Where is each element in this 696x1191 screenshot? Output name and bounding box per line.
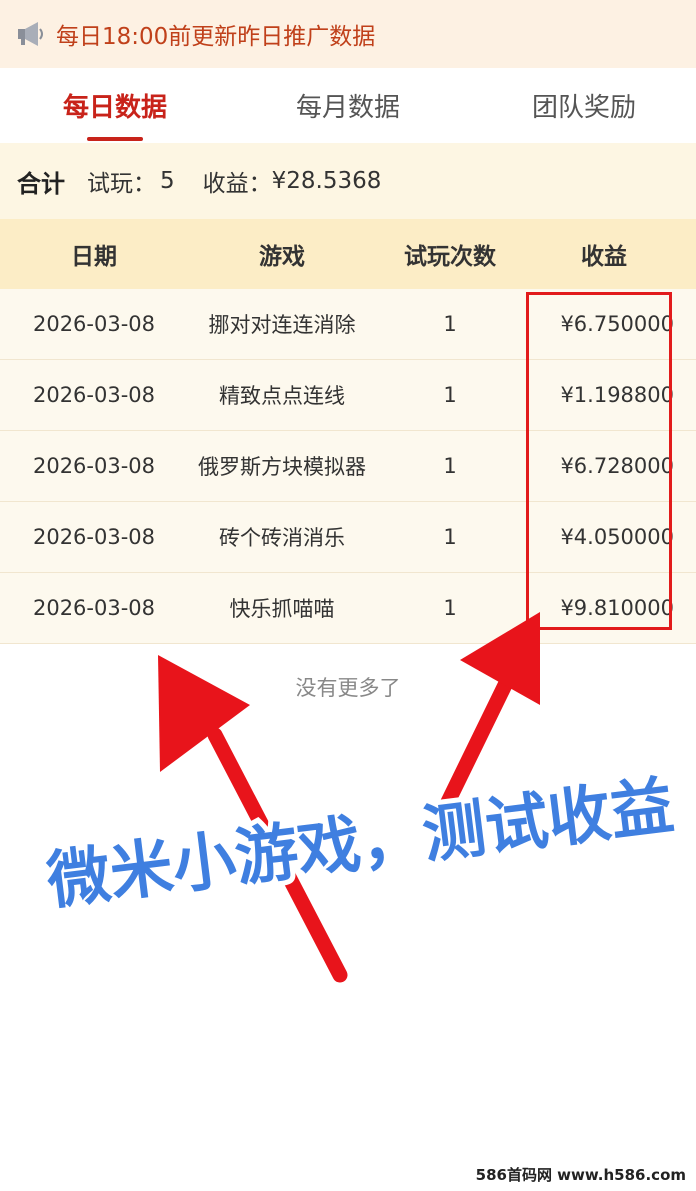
header-income: 收益 xyxy=(581,244,627,270)
header-game: 游戏 xyxy=(259,244,305,270)
caption-text: 微米小游戏，测试收益 xyxy=(37,764,682,923)
table-header: 日期 游戏 试玩次数 收益 xyxy=(0,219,696,289)
tab-team-reward[interactable]: 团队奖励 xyxy=(489,68,679,143)
tab-active-indicator xyxy=(87,137,143,141)
row-count: 1 xyxy=(443,596,457,620)
tab-bar: 每日数据 每月数据 团队奖励 xyxy=(0,68,696,143)
row-game: 精致点点连线 xyxy=(219,384,345,408)
row-date: 2026-03-08 xyxy=(32,525,156,549)
tab-daily-data[interactable]: 每日数据 xyxy=(20,68,210,143)
row-date: 2026-03-08 xyxy=(32,312,156,336)
row-game: 快乐抓喵喵 xyxy=(229,597,335,621)
header-count: 试玩次数 xyxy=(404,244,496,270)
row-game: 挪对对连连消除 xyxy=(208,313,356,337)
tab-label: 每月数据 xyxy=(295,93,400,123)
tab-monthly-data[interactable]: 每月数据 xyxy=(253,68,443,143)
trial-label: 试玩： xyxy=(87,171,156,197)
row-game: 俄罗斯方块模拟器 xyxy=(198,455,366,479)
row-game: 砖个砖消消乐 xyxy=(219,526,345,550)
income-label: 收益： xyxy=(202,171,272,197)
row-count: 1 xyxy=(443,312,457,336)
no-more-text: 没有更多了 xyxy=(295,676,401,700)
income-value: ¥28.5368 xyxy=(271,168,382,194)
total-label: 合计 xyxy=(17,169,65,198)
row-count: 1 xyxy=(443,454,457,478)
trial-value: 5 xyxy=(160,168,175,194)
row-count: 1 xyxy=(443,525,457,549)
header-date: 日期 xyxy=(71,244,117,270)
row-date: 2026-03-08 xyxy=(32,596,156,620)
tab-label: 团队奖励 xyxy=(531,93,636,123)
notice-text: 每日18:00前更新昨日推广数据 xyxy=(56,24,376,50)
watermark-text: 586首码网 www.h586.com xyxy=(475,1166,686,1184)
notice-bar: 每日18:00前更新昨日推广数据 xyxy=(0,0,696,68)
caption-label: 微米小游戏，测试收益 xyxy=(42,769,677,918)
row-count: 1 xyxy=(443,383,457,407)
tab-label: 每日数据 xyxy=(62,93,167,123)
summary-bar: 合计 试玩： 5 收益： ¥28.5368 xyxy=(0,143,696,220)
arrow-left xyxy=(158,655,348,983)
row-date: 2026-03-08 xyxy=(32,383,156,407)
row-date: 2026-03-08 xyxy=(32,454,156,478)
megaphone-icon xyxy=(18,22,43,46)
income-highlight-box xyxy=(526,292,672,630)
